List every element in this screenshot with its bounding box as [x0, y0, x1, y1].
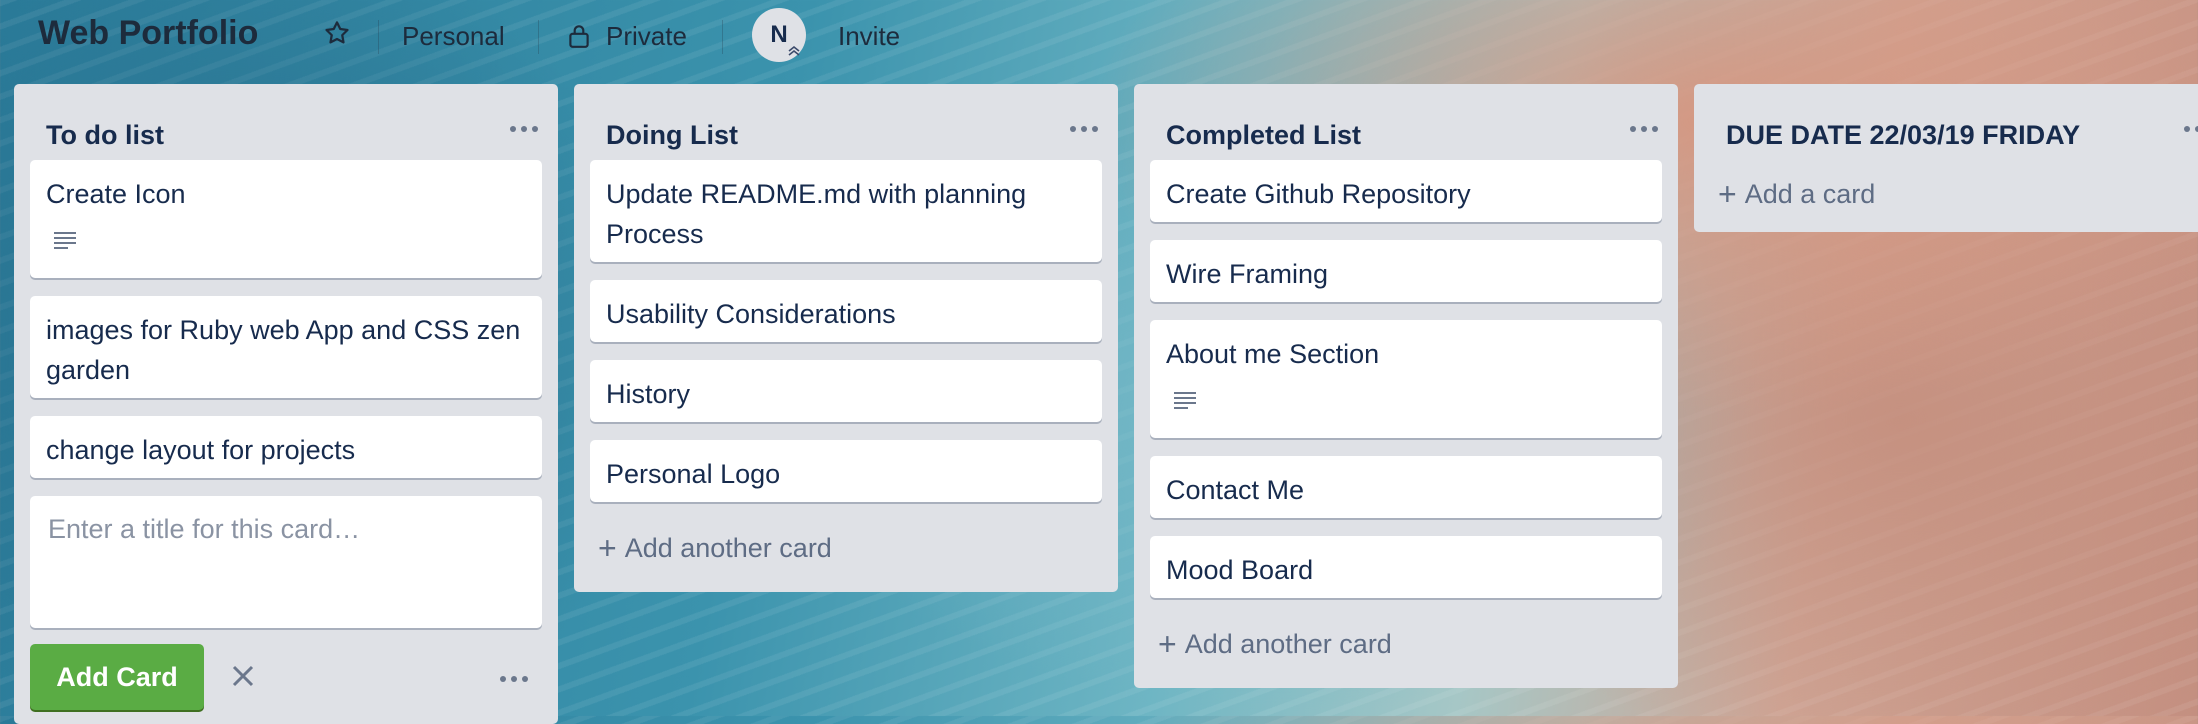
list-title[interactable]: Doing List	[606, 120, 738, 151]
card[interactable]: About me Section	[1150, 320, 1662, 438]
card[interactable]: Update README.md with planning Process	[590, 160, 1102, 262]
card[interactable]: change layout for projects	[30, 416, 542, 478]
lock-icon	[566, 22, 592, 50]
list-to-do: To do list Create Icon images for Ruby w…	[14, 84, 558, 724]
add-card-label: Add a card	[1744, 179, 1876, 209]
list-title[interactable]: DUE DATE 22/03/19 FRIDAY	[1726, 120, 2080, 151]
plus-icon: +	[1718, 176, 1737, 212]
card-title: images for Ruby web App and CSS zen gard…	[46, 315, 521, 385]
board-header: Web Portfolio Personal Private N Invite	[0, 0, 2198, 74]
more-horizontal-icon[interactable]	[1624, 114, 1664, 144]
privacy-button[interactable]: Private	[566, 18, 687, 54]
list-completed: Completed List Create Github Repository …	[1134, 84, 1678, 688]
admin-chevron-icon	[786, 42, 802, 58]
card[interactable]: Wire Framing	[1150, 240, 1662, 302]
card-title: Usability Considerations	[606, 299, 896, 329]
card[interactable]: Create Icon	[30, 160, 542, 278]
card[interactable]: Contact Me	[1150, 456, 1662, 518]
card-title: Contact Me	[1166, 475, 1305, 505]
add-another-card-button[interactable]: + Add another card	[1158, 626, 1392, 663]
list-due-date: DUE DATE 22/03/19 FRIDAY + Add a card	[1694, 84, 2198, 232]
card-title: Wire Framing	[1166, 259, 1329, 289]
card[interactable]: Personal Logo	[590, 440, 1102, 502]
list-title[interactable]: Completed List	[1166, 120, 1361, 151]
more-horizontal-icon[interactable]	[504, 114, 544, 144]
card[interactable]: Create Github Repository	[1150, 160, 1662, 222]
header-divider	[722, 20, 723, 54]
list-title[interactable]: To do list	[46, 120, 164, 151]
card[interactable]: History	[590, 360, 1102, 422]
description-icon	[52, 230, 78, 252]
more-horizontal-icon[interactable]	[1064, 114, 1104, 144]
card[interactable]: Mood Board	[1150, 536, 1662, 598]
description-icon	[1172, 390, 1198, 412]
card-title: Create Github Repository	[1166, 179, 1471, 209]
card-title: History	[606, 379, 691, 409]
header-divider	[378, 20, 379, 54]
privacy-label: Private	[606, 20, 687, 51]
card-title-input[interactable]	[46, 512, 530, 616]
list-doing: Doing List Update README.md with plannin…	[574, 84, 1118, 592]
card-title: Mood Board	[1166, 555, 1314, 585]
add-card-button[interactable]: + Add a card	[1718, 176, 1875, 213]
card-title: About me Section	[1166, 339, 1380, 369]
plus-icon: +	[598, 530, 617, 566]
invite-button[interactable]: Invite	[838, 18, 900, 54]
add-another-card-label: Add another card	[1184, 629, 1392, 659]
add-another-card-button[interactable]: + Add another card	[598, 530, 832, 567]
card-title: Create Icon	[46, 179, 186, 209]
more-horizontal-icon[interactable]	[2178, 114, 2198, 144]
card-title: Personal Logo	[606, 459, 781, 489]
board-title[interactable]: Web Portfolio	[38, 14, 258, 53]
card-title: change layout for projects	[46, 435, 356, 465]
add-card-button[interactable]: Add Card	[30, 644, 204, 710]
composer-more-icon[interactable]	[500, 676, 528, 682]
team-visibility-button[interactable]: Personal	[402, 18, 505, 54]
card[interactable]: images for Ruby web App and CSS zen gard…	[30, 296, 542, 398]
header-divider	[538, 20, 539, 54]
plus-icon: +	[1158, 626, 1177, 662]
close-icon[interactable]	[228, 661, 258, 691]
invite-label: Invite	[838, 20, 901, 51]
star-icon[interactable]	[322, 18, 352, 48]
team-visibility-label: Personal	[402, 20, 505, 51]
card-composer	[30, 496, 542, 628]
add-another-card-label: Add another card	[624, 533, 832, 563]
card[interactable]: Usability Considerations	[590, 280, 1102, 342]
card-title: Update README.md with planning Process	[606, 179, 1027, 249]
